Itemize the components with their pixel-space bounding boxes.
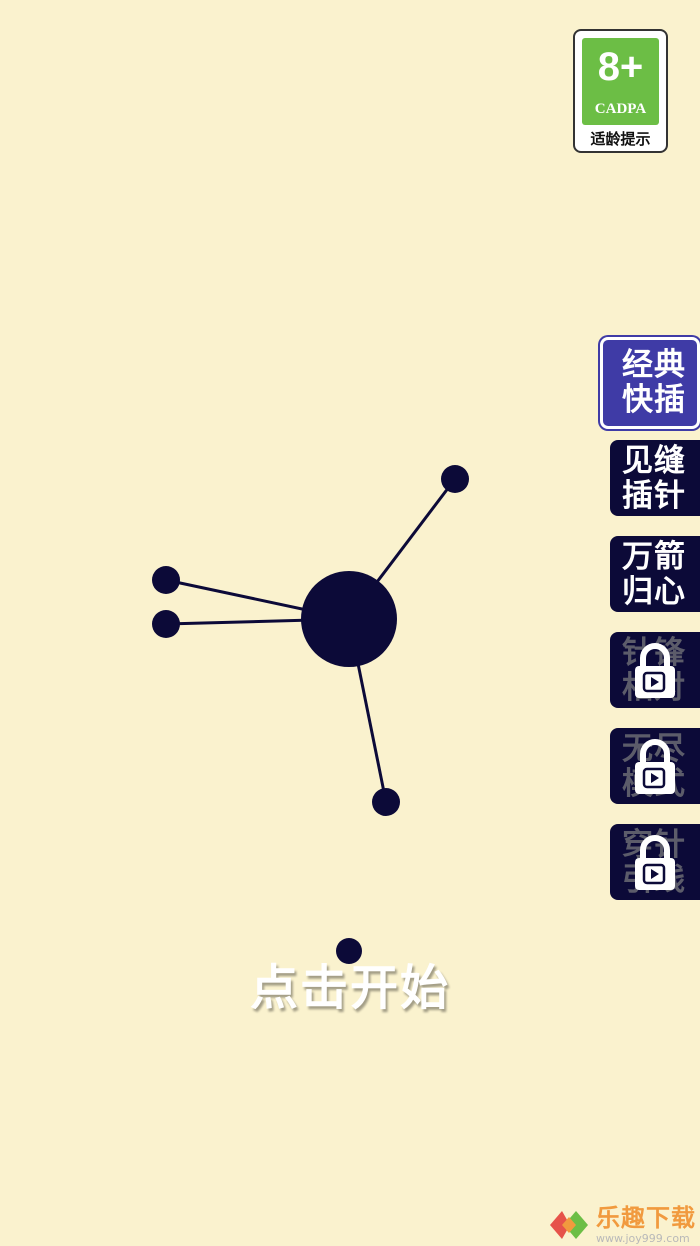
game-board[interactable]	[0, 0, 700, 1246]
mode-label-line2: 快插	[622, 382, 686, 418]
watermark-url: www.joy999.com	[596, 1232, 690, 1245]
age-rating-org: CADPA	[594, 101, 647, 117]
age-rating-panel: 8+ CADPA	[582, 38, 659, 125]
lock-video-icon	[635, 739, 675, 794]
pin-head	[372, 788, 400, 816]
pin-head	[441, 465, 469, 493]
mode-label-line1: 经典	[622, 347, 686, 383]
pin-head	[152, 610, 180, 638]
mode-button-locked-2[interactable]: 无尽 模式	[610, 728, 700, 804]
pin-head	[152, 566, 180, 594]
mode-button-locked-1[interactable]: 针锋 相对	[610, 632, 700, 708]
mode-label-line1: 见缝	[622, 443, 686, 479]
central-disc	[301, 571, 397, 667]
watermark-logo-icon	[550, 1211, 588, 1239]
lock-video-icon	[635, 643, 675, 698]
mode-button-arrows[interactable]: 万箭 归心	[610, 536, 700, 612]
mode-button-locked-3[interactable]: 穿针 引线	[610, 824, 700, 900]
age-rating-hint: 适龄提示	[590, 130, 651, 148]
watermark-title: 乐趣下载	[596, 1204, 696, 1232]
mode-label-line2: 归心	[622, 574, 686, 610]
mode-button-classic[interactable]: 经典 快插	[600, 337, 700, 429]
start-prompt[interactable]: 点击开始	[0, 948, 700, 1018]
age-rating-number: 8+	[597, 45, 644, 89]
site-watermark: 乐趣下载 www.joy999.com	[544, 1204, 700, 1246]
mode-label-line1: 万箭	[622, 539, 686, 575]
age-rating-badge: 8+ CADPA 适龄提示	[573, 29, 668, 153]
mode-button-gap[interactable]: 见缝 插针	[610, 440, 700, 516]
mode-label-line2: 插针	[622, 478, 686, 514]
lock-video-icon	[635, 835, 675, 890]
